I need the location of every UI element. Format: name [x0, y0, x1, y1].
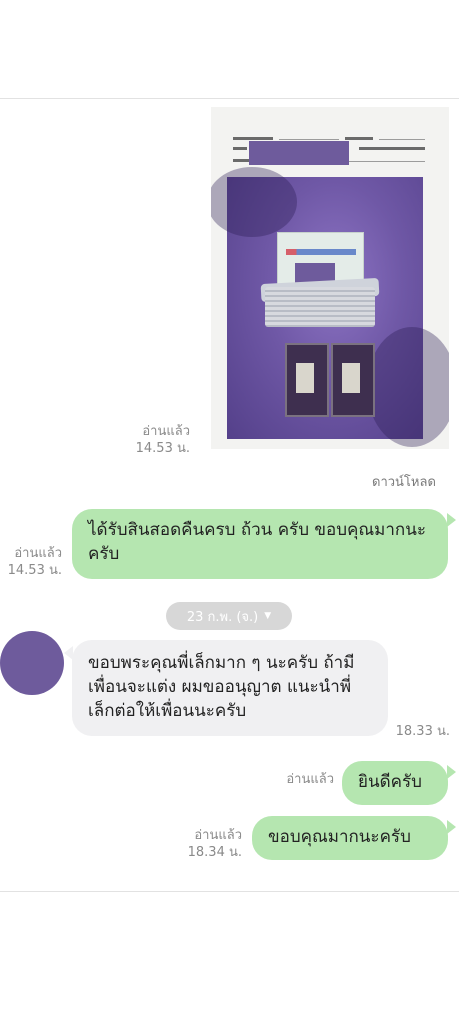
date-separator-label: 23 ก.พ. (จ.) [186, 609, 259, 625]
message-2-text: ขอบพระคุณพี่เล็กมาก ๆ นะครับ ถ้ามีเพื่อน… [88, 653, 355, 721]
gold-box-right [331, 343, 375, 417]
photo-message[interactable] [211, 107, 449, 449]
chat-panel: อ่านแล้ว 14.53 น. ดาวน์โหลด อ่านแล้ว 14.… [0, 98, 459, 892]
message-4-read-status: อ่านแล้ว 18.34 น. [187, 828, 242, 860]
message-1-read-status: อ่านแล้ว 14.53 น. [7, 546, 62, 578]
message-bubble-1[interactable]: ได้รับสินสอดคืนครบ ถ้วน ครับ ขอบคุณมากนะ… [72, 509, 448, 579]
photo-read-status: อ่านแล้ว 14.53 น. [135, 424, 190, 456]
purple-cloth [211, 167, 449, 447]
message-3-text: ยินดีครับ [358, 772, 422, 792]
redacted-name-block [249, 141, 349, 165]
message-bubble-4[interactable]: ขอบคุณมากนะครับ [252, 816, 448, 860]
bubble-tail [447, 765, 456, 779]
bubble-tail [447, 820, 456, 834]
date-separator[interactable]: 23 ก.พ. (จ.) ▼ [166, 602, 292, 630]
avatar[interactable] [0, 631, 64, 695]
banknote-bundle [265, 287, 375, 327]
gold-box-left [285, 343, 329, 417]
message-4-text: ขอบคุณมากนะครับ [268, 827, 411, 847]
message-1-text: ได้รับสินสอดคืนครบ ถ้วน ครับ ขอบคุณมากนะ… [88, 520, 426, 564]
message-bubble-3[interactable]: ยินดีครับ [342, 761, 448, 805]
caret-down-icon: ▼ [264, 611, 272, 621]
bubble-tail [447, 513, 456, 527]
message-3-read-status: อ่านแล้ว [286, 772, 334, 787]
message-2-time: 18.33 น. [395, 724, 450, 739]
download-link[interactable]: ดาวน์โหลด [372, 471, 436, 492]
message-bubble-2[interactable]: ขอบพระคุณพี่เล็กมาก ๆ นะครับ ถ้ามีเพื่อน… [72, 640, 388, 736]
